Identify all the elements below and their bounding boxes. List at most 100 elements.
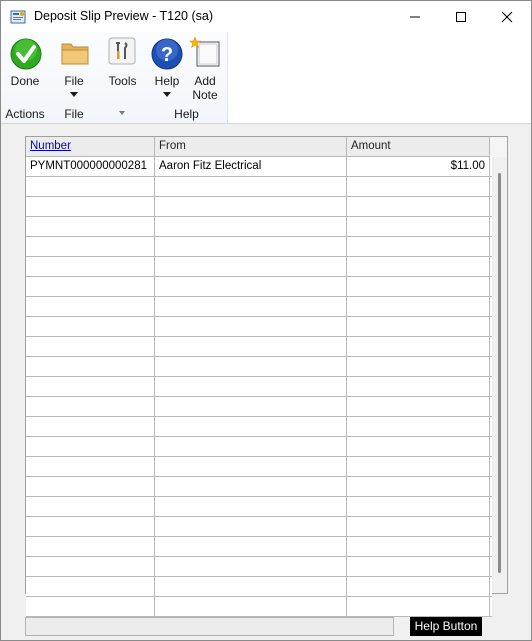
table-row-empty[interactable]	[26, 177, 492, 197]
empty-cell	[347, 597, 490, 616]
tools-button[interactable]: Tools	[99, 32, 146, 102]
table-row-empty[interactable]	[26, 557, 492, 577]
empty-cell	[347, 337, 490, 356]
empty-cell	[26, 477, 155, 496]
empty-cell	[347, 497, 490, 516]
add-note-icon	[189, 36, 220, 67]
empty-cell	[155, 197, 347, 216]
table-row-empty[interactable]	[26, 417, 492, 437]
table-row-empty[interactable]	[26, 217, 492, 237]
empty-cell	[26, 237, 155, 256]
empty-cell	[155, 457, 347, 476]
table-row-empty[interactable]	[26, 577, 492, 597]
empty-cell	[347, 397, 490, 416]
empty-cell	[347, 577, 490, 596]
scrollbar-thumb[interactable]	[498, 173, 501, 573]
close-button[interactable]	[484, 1, 530, 32]
empty-cell	[347, 317, 490, 336]
empty-cell	[347, 197, 490, 216]
empty-cell	[155, 597, 347, 616]
table-row-empty[interactable]	[26, 477, 492, 497]
empty-cell	[26, 437, 155, 456]
maximize-button[interactable]	[438, 1, 484, 32]
table-row-empty[interactable]	[26, 237, 492, 257]
add-note-button[interactable]: Add Note	[186, 32, 224, 102]
table-row-empty[interactable]	[26, 437, 492, 457]
minimize-button[interactable]	[392, 1, 438, 32]
add-note-label-line1: Add	[194, 74, 216, 88]
table-row-empty[interactable]	[26, 457, 492, 477]
help-icon: ?	[151, 38, 183, 70]
empty-cell	[155, 337, 347, 356]
table-row-empty[interactable]	[26, 517, 492, 537]
empty-cell	[347, 437, 490, 456]
empty-cell	[347, 517, 490, 536]
empty-cell	[347, 177, 490, 196]
empty-cell	[155, 477, 347, 496]
empty-cell	[347, 377, 490, 396]
tools-group-dropdown-icon[interactable]	[119, 111, 125, 115]
cell-amount: $11.00	[347, 157, 490, 176]
table-row-empty[interactable]	[26, 597, 492, 617]
table-row-empty[interactable]	[26, 397, 492, 417]
table-row-empty[interactable]	[26, 357, 492, 377]
add-note-label-line2: Note	[192, 88, 218, 102]
actions-group-label: Actions	[5, 107, 45, 121]
empty-cell	[155, 377, 347, 396]
empty-cell	[26, 597, 155, 616]
empty-cell	[26, 377, 155, 396]
table-row-empty[interactable]	[26, 377, 492, 397]
table-row[interactable]: PYMNT000000000281 Aaron Fitz Electrical …	[26, 157, 492, 177]
empty-cell	[347, 557, 490, 576]
cell-from: Aaron Fitz Electrical	[155, 157, 347, 176]
empty-cell	[155, 517, 347, 536]
table-row-empty[interactable]	[26, 277, 492, 297]
empty-cell	[26, 417, 155, 436]
table-row-empty[interactable]	[26, 317, 492, 337]
ribbon-group-tools: Tools	[99, 32, 147, 123]
empty-cell	[155, 317, 347, 336]
done-button[interactable]: Done	[1, 32, 49, 102]
help-dropdown-icon	[163, 92, 171, 97]
empty-cell	[26, 577, 155, 596]
ribbon-group-help: ? Help Add Note Help	[146, 32, 228, 123]
empty-cell	[155, 397, 347, 416]
file-label: File	[64, 74, 84, 88]
empty-cell	[155, 557, 347, 576]
table-row-empty[interactable]	[26, 257, 492, 277]
table-row-empty[interactable]	[26, 197, 492, 217]
table-row-empty[interactable]	[26, 337, 492, 357]
column-header-number[interactable]: Number	[26, 137, 155, 156]
empty-cell	[347, 237, 490, 256]
empty-cell	[26, 517, 155, 536]
empty-cell	[347, 477, 490, 496]
app-icon	[10, 10, 26, 24]
file-button[interactable]: File	[49, 32, 99, 102]
window-title: Deposit Slip Preview - T120 (sa)	[34, 9, 214, 23]
table-row-empty[interactable]	[26, 537, 492, 557]
table-row-empty[interactable]	[26, 297, 492, 317]
empty-cell	[26, 197, 155, 216]
empty-cell	[26, 497, 155, 516]
help-label: Help	[154, 74, 180, 88]
empty-cell	[26, 537, 155, 556]
empty-cell	[347, 537, 490, 556]
close-icon	[501, 11, 513, 22]
column-header-from: From	[155, 137, 347, 156]
empty-cell	[26, 277, 155, 296]
deposit-grid: Number From Amount PYMNT000000000281 Aar…	[25, 136, 508, 617]
help-button-footer[interactable]: Help Button	[410, 617, 482, 636]
vertical-scrollbar[interactable]	[492, 157, 507, 593]
empty-cell	[155, 537, 347, 556]
empty-cell	[155, 237, 347, 256]
empty-cell	[155, 217, 347, 236]
table-row-empty[interactable]	[26, 497, 492, 517]
empty-cell	[155, 577, 347, 596]
empty-cell	[347, 277, 490, 296]
empty-cell	[26, 397, 155, 416]
help-button[interactable]: ? Help	[146, 32, 188, 102]
folder-icon	[61, 43, 89, 65]
empty-cell	[26, 457, 155, 476]
empty-cell	[155, 297, 347, 316]
minimize-icon	[410, 16, 420, 17]
